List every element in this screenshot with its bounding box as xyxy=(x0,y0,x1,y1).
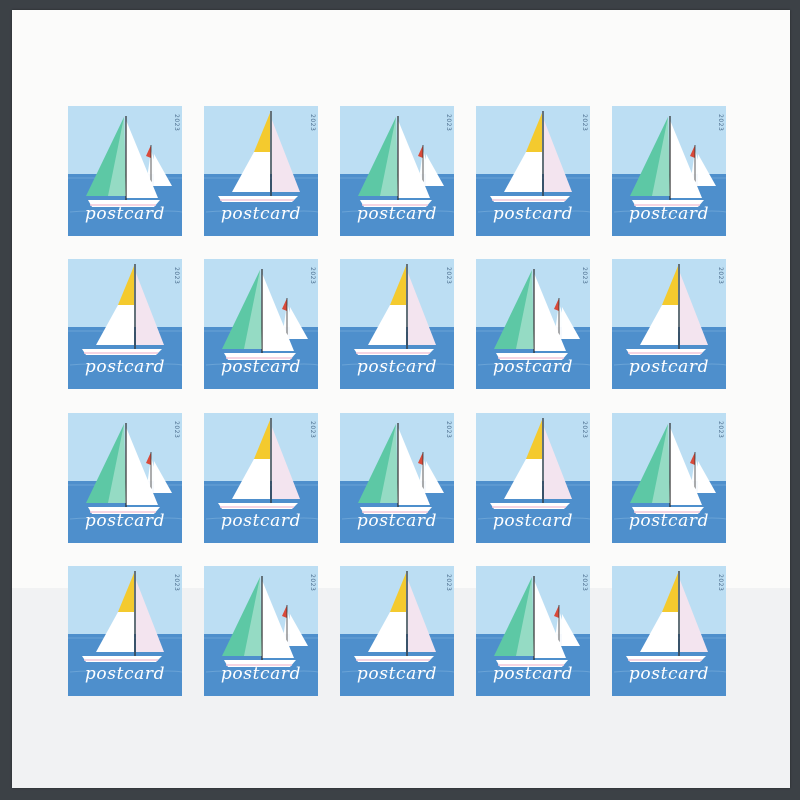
postcard-stamp: 2023 postcard xyxy=(204,413,318,543)
postcard-script-label: postcard xyxy=(356,664,438,684)
year-label: 2023 xyxy=(173,421,180,439)
postcard-script-label: postcard xyxy=(628,204,710,224)
year-label: 2023 xyxy=(717,421,724,439)
hull xyxy=(626,656,706,662)
year-label: 2023 xyxy=(173,267,180,285)
hull xyxy=(218,503,298,509)
hull xyxy=(626,349,706,355)
postcard-script-label: postcard xyxy=(220,511,302,531)
postcard-script-label: postcard xyxy=(220,357,302,377)
postcard-stamp: 2023 postcard xyxy=(612,106,726,236)
postcard-script-label: postcard xyxy=(84,357,166,377)
postcard-script-label: postcard xyxy=(84,664,166,684)
year-label: 2023 xyxy=(173,574,180,592)
postcard-stamp: 2023 postcard xyxy=(340,413,454,543)
year-label: 2023 xyxy=(581,421,588,439)
postcard-stamp: 2023 postcard xyxy=(476,413,590,543)
hull xyxy=(490,196,570,202)
year-label: 2023 xyxy=(717,267,724,285)
postcard-stamp: 2023 postcard xyxy=(204,106,318,236)
hull xyxy=(82,656,162,662)
postcard-script-label: postcard xyxy=(220,664,302,684)
postcard-stamp: 2023 postcard xyxy=(68,259,182,389)
year-label: 2023 xyxy=(445,114,452,132)
hull xyxy=(218,196,298,202)
stamp-grid: 2023 postcard 2023 postcard 2023 postcar… xyxy=(0,0,800,800)
postcard-stamp: 2023 postcard xyxy=(612,566,726,696)
year-label: 2023 xyxy=(309,114,316,132)
postcard-stamp: 2023 postcard xyxy=(68,413,182,543)
postcard-script-label: postcard xyxy=(356,511,438,531)
year-label: 2023 xyxy=(717,114,724,132)
postcard-script-label: postcard xyxy=(84,511,166,531)
hull xyxy=(354,349,434,355)
postcard-script-label: postcard xyxy=(356,357,438,377)
postcard-stamp: 2023 postcard xyxy=(612,259,726,389)
postcard-stamp: 2023 postcard xyxy=(612,413,726,543)
hull xyxy=(354,656,434,662)
year-label: 2023 xyxy=(309,574,316,592)
year-label: 2023 xyxy=(445,267,452,285)
postcard-stamp: 2023 postcard xyxy=(340,259,454,389)
postcard-script-label: postcard xyxy=(628,511,710,531)
postcard-script-label: postcard xyxy=(356,204,438,224)
year-label: 2023 xyxy=(445,421,452,439)
postcard-stamp: 2023 postcard xyxy=(340,106,454,236)
postcard-script-label: postcard xyxy=(492,204,574,224)
postcard-stamp: 2023 postcard xyxy=(476,259,590,389)
postcard-stamp: 2023 postcard xyxy=(204,566,318,696)
hull xyxy=(490,503,570,509)
year-label: 2023 xyxy=(173,114,180,132)
postcard-script-label: postcard xyxy=(492,357,574,377)
postcard-script-label: postcard xyxy=(492,664,574,684)
postcard-script-label: postcard xyxy=(628,357,710,377)
year-label: 2023 xyxy=(581,267,588,285)
postcard-stamp: 2023 postcard xyxy=(476,566,590,696)
postcard-stamp: 2023 postcard xyxy=(476,106,590,236)
postcard-stamp: 2023 postcard xyxy=(68,106,182,236)
postcard-stamp: 2023 postcard xyxy=(340,566,454,696)
year-label: 2023 xyxy=(717,574,724,592)
year-label: 2023 xyxy=(581,114,588,132)
postcard-script-label: postcard xyxy=(84,204,166,224)
postcard-stamp: 2023 postcard xyxy=(68,566,182,696)
year-label: 2023 xyxy=(581,574,588,592)
year-label: 2023 xyxy=(445,574,452,592)
year-label: 2023 xyxy=(309,421,316,439)
postcard-script-label: postcard xyxy=(628,664,710,684)
hull xyxy=(82,349,162,355)
postcard-stamp: 2023 postcard xyxy=(204,259,318,389)
postcard-script-label: postcard xyxy=(492,511,574,531)
year-label: 2023 xyxy=(309,267,316,285)
postcard-script-label: postcard xyxy=(220,204,302,224)
